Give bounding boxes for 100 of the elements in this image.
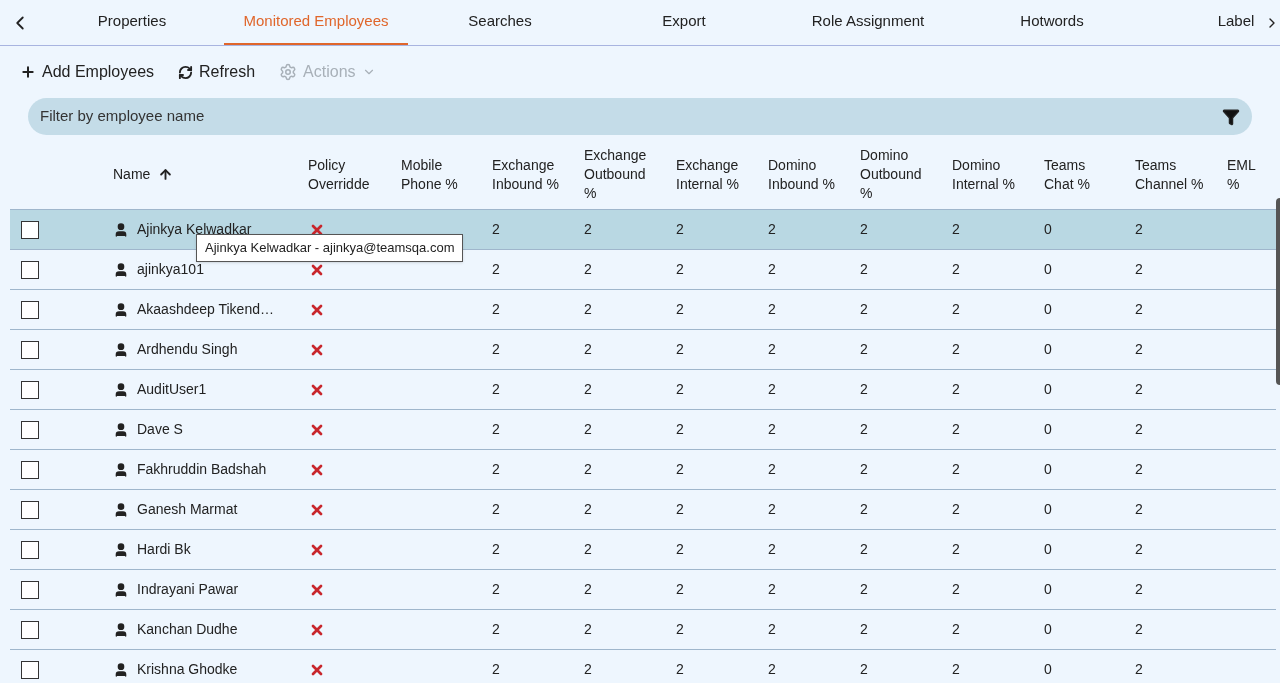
table-cell: 2 <box>584 341 592 357</box>
tab[interactable]: Role Assignment <box>776 0 960 45</box>
table-cell: 2 <box>584 541 592 557</box>
column-header[interactable]: Teams Chat % <box>1044 155 1115 194</box>
checkbox[interactable] <box>21 260 39 279</box>
table-cell: 2 <box>768 301 776 317</box>
checkbox[interactable] <box>21 580 39 599</box>
table-row[interactable]: Ardhendu Singh 2 2 2 2 2 2 0 2 <box>10 330 1276 370</box>
filter-field[interactable]: Filter by employee name <box>40 105 1222 128</box>
checkbox[interactable] <box>21 460 39 479</box>
table-row[interactable]: Fakhruddin Badshah 2 2 2 2 2 2 0 2 <box>10 450 1276 490</box>
table-cell: 2 <box>1135 501 1143 517</box>
tab[interactable]: Searches <box>408 0 592 45</box>
employee-name: Indrayani Pawar <box>137 580 239 599</box>
table-cell: 2 <box>676 261 684 277</box>
tab[interactable]: Hotwords <box>960 0 1144 45</box>
employee-name: Kanchan Dudhe <box>137 620 238 639</box>
checkbox[interactable] <box>21 340 39 359</box>
employee-name: ajinkya101 <box>137 260 204 279</box>
table-cell: 2 <box>1135 621 1143 637</box>
column-header[interactable]: Domino Outbound % <box>860 146 932 203</box>
employee-name: Akaashdeep Tikend… <box>137 300 274 319</box>
table-cell: 2 <box>952 421 960 437</box>
sort-ascending-icon[interactable] <box>158 167 174 182</box>
table-row[interactable]: Indrayani Pawar 2 2 2 2 2 2 0 2 <box>10 570 1276 610</box>
tab[interactable]: Label <box>1144 0 1264 45</box>
checkbox[interactable] <box>21 420 39 439</box>
table-cell: 2 <box>860 621 868 637</box>
table-cell: 2 <box>1135 421 1143 437</box>
table-cell: 2 <box>952 541 960 557</box>
table-cell: 2 <box>952 261 960 277</box>
employee-name: Dave S <box>137 420 183 439</box>
table-cell: 2 <box>952 221 960 237</box>
table-cell: 2 <box>492 581 500 597</box>
checkbox[interactable] <box>21 380 39 399</box>
table-cell: 2 <box>676 341 684 357</box>
refresh-button[interactable]: Refresh <box>178 60 256 84</box>
table-cell: 2 <box>676 501 684 517</box>
table-cell: 0 <box>1044 421 1052 437</box>
table-cell: 2 <box>492 421 500 437</box>
column-header[interactable]: Exchange Inbound % <box>492 155 564 194</box>
table-cell: 2 <box>492 261 500 277</box>
table-row[interactable]: Kanchan Dudhe 2 2 2 2 2 2 0 2 <box>10 610 1276 650</box>
table-cell: 0 <box>1044 461 1052 477</box>
person-icon <box>113 421 129 438</box>
column-header[interactable]: Exchange Outbound % <box>584 146 656 203</box>
table-cell: 0 <box>1044 501 1052 517</box>
table-cell: 2 <box>860 261 868 277</box>
table-cell: 0 <box>1044 341 1052 357</box>
column-header[interactable]: EML % <box>1227 155 1256 194</box>
table-cell: 2 <box>1135 581 1143 597</box>
filter-bar[interactable]: Filter by employee name <box>28 98 1252 135</box>
table-row[interactable]: Dave S 2 2 2 2 2 2 0 2 <box>10 410 1276 450</box>
table-cell: 2 <box>492 381 500 397</box>
tab[interactable]: Export <box>592 0 776 45</box>
table-cell: 2 <box>676 421 684 437</box>
table-cell: 2 <box>1135 341 1143 357</box>
add-button[interactable]: Add Employees <box>20 60 155 84</box>
table-cell: 2 <box>676 621 684 637</box>
table-cell: 2 <box>492 301 500 317</box>
table-cell: 2 <box>676 461 684 477</box>
filter-icon[interactable] <box>1222 107 1240 126</box>
table-cell: 2 <box>1135 541 1143 557</box>
employee-name: AuditUser1 <box>137 380 207 399</box>
person-icon <box>113 541 129 558</box>
column-header[interactable]: Domino Internal % <box>952 155 1024 194</box>
column-header[interactable]: Teams Channel % <box>1135 155 1207 194</box>
table-cell: 2 <box>1135 461 1143 477</box>
table-cell: 2 <box>952 621 960 637</box>
tooltip: Ajinkya Kelwadkar - ajinkya@teamsqa.com <box>196 234 464 262</box>
checkbox[interactable] <box>21 540 39 559</box>
table-cell: 0 <box>1044 581 1052 597</box>
table-cell: 2 <box>584 221 592 237</box>
column-header[interactable]: Domino Inbound % <box>768 155 840 194</box>
table-cell: 2 <box>676 221 684 237</box>
person-icon <box>113 341 129 358</box>
checkbox[interactable] <box>21 300 39 319</box>
table-cell: 2 <box>768 541 776 557</box>
checkbox[interactable] <box>21 500 39 519</box>
table-cell: 2 <box>768 661 776 677</box>
table-row[interactable]: AuditUser1 2 2 2 2 2 2 0 2 <box>10 370 1276 410</box>
scrollbar-thumb[interactable] <box>1276 198 1280 385</box>
table-cell: 2 <box>860 461 868 477</box>
table-cell: 0 <box>1044 301 1052 317</box>
table-row[interactable]: Akaashdeep Tikend… 2 2 2 2 2 2 0 2 <box>10 290 1276 330</box>
table-cell: 0 <box>1044 261 1052 277</box>
checkbox[interactable] <box>21 220 39 239</box>
column-header[interactable]: Exchange Internal % <box>676 155 748 194</box>
table-row[interactable]: Hardi Bk 2 2 2 2 2 2 0 2 <box>10 530 1276 570</box>
column-header[interactable]: Policy Overridde <box>308 155 370 194</box>
table-cell: 2 <box>860 341 868 357</box>
column-header[interactable]: Mobile Phone % <box>401 155 472 194</box>
checkbox[interactable] <box>21 660 39 679</box>
table-row[interactable]: Ganesh Marmat 2 2 2 2 2 2 0 2 <box>10 490 1276 530</box>
table-row[interactable]: Krishna Ghodke 2 2 2 2 2 2 0 2 <box>10 650 1276 683</box>
person-icon <box>113 381 129 398</box>
checkbox[interactable] <box>21 620 39 639</box>
table-cell: 2 <box>584 581 592 597</box>
column-header[interactable]: Name <box>113 165 151 184</box>
tab[interactable]: Properties <box>40 0 224 45</box>
